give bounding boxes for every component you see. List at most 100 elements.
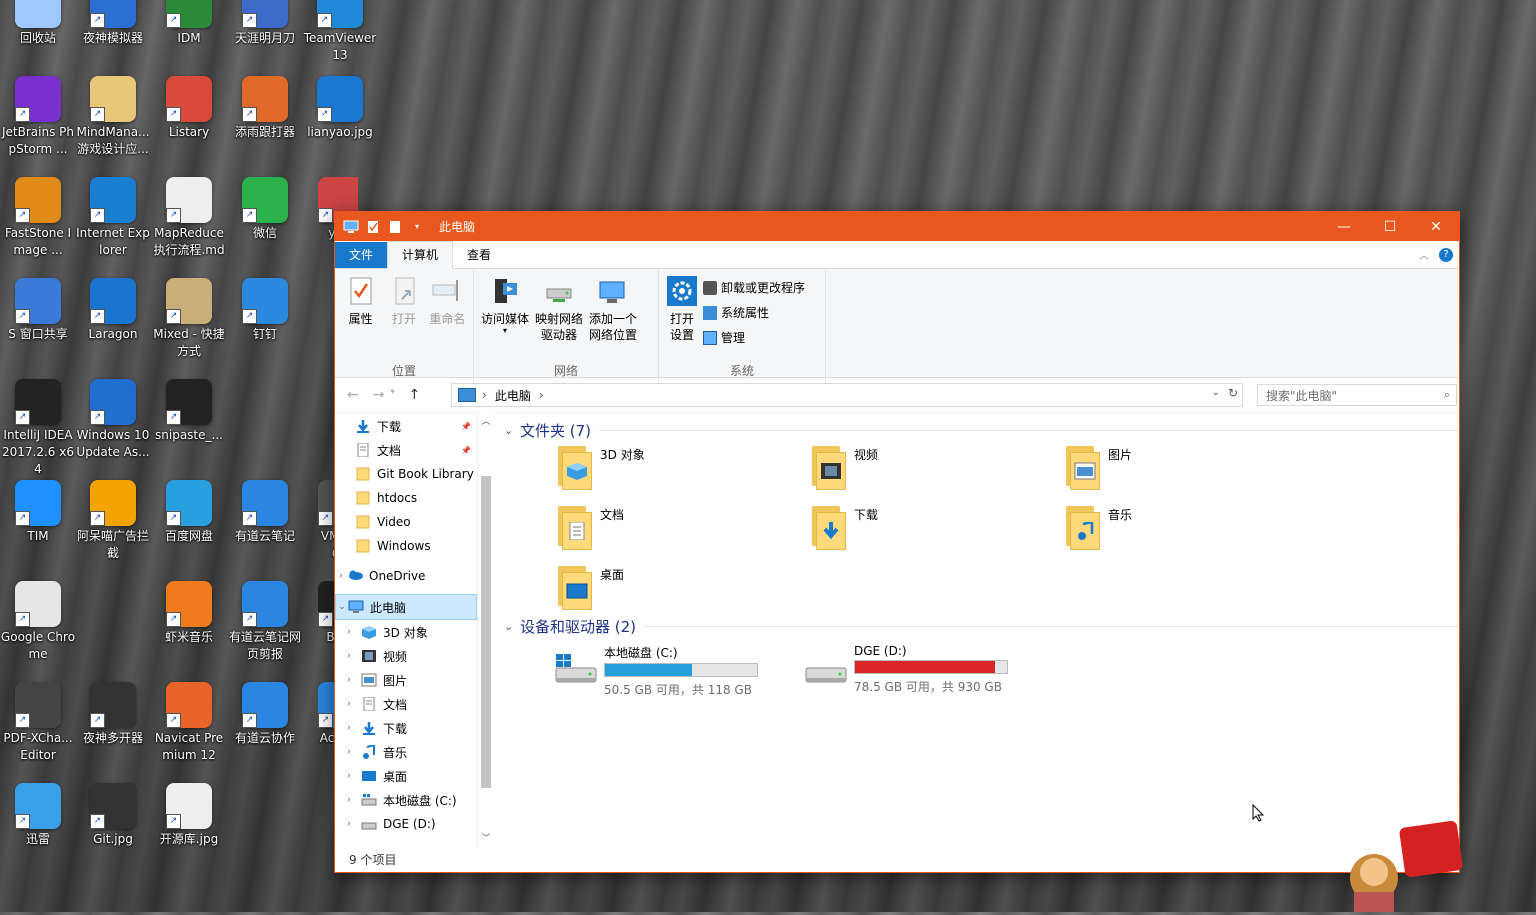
desktop-icon[interactable]: ↗ 微信 (227, 177, 303, 242)
recent-locations-icon[interactable]: ▾ (390, 387, 394, 403)
desktop-icon[interactable]: ↗ Listary (151, 76, 227, 141)
chevron-down-icon[interactable]: ⌄ (336, 602, 348, 612)
folder-tile[interactable]: 图片 (1062, 446, 1316, 492)
maximize-button[interactable]: ☐ (1367, 212, 1413, 241)
breadcrumb[interactable]: 此电脑 (495, 387, 531, 404)
scrollbar-thumb[interactable] (481, 476, 491, 788)
close-button[interactable]: ✕ (1413, 212, 1459, 241)
nav-scrollbar[interactable]: ︿ ﹀ (477, 412, 494, 848)
chevron-right-icon[interactable]: › (343, 699, 355, 709)
nav-pc-child[interactable]: › 本地磁盘 (C:) (335, 788, 477, 812)
desktop-icon[interactable]: ↗ 有道云笔记 (227, 480, 303, 545)
desktop-icon[interactable]: ↗ TeamViewer 13 (302, 0, 378, 64)
desktop-icon[interactable]: ↗ 夜神多开器 (75, 682, 151, 747)
desktop-icon[interactable]: ↗ 添雨跟打器 (227, 76, 303, 141)
chevron-down-icon[interactable]: ⌄ (504, 620, 520, 633)
chevron-right-icon[interactable]: › (343, 795, 355, 805)
title-bar[interactable]: ▾ 此电脑 — ☐ ✕ (335, 212, 1459, 241)
desktop-icon[interactable]: ↗ 有道云协作 (227, 682, 303, 747)
nav-onedrive[interactable]: › OneDrive (335, 564, 477, 588)
pin-icon[interactable]: 📌 (461, 422, 471, 431)
desktop-icon[interactable]: ↗ MapReduce 执行流程.md (151, 177, 227, 259)
nav-quick-item[interactable]: htdocs (335, 486, 477, 510)
folders-section-header[interactable]: ⌄ 文件夹 (7) (504, 418, 1459, 442)
system-properties-button[interactable]: 系统属性 (703, 302, 805, 323)
desktop-icon[interactable]: ↗ TIM (0, 480, 76, 545)
nav-this-pc[interactable]: ⌄ 此电脑 (335, 594, 477, 620)
folder-tile[interactable]: 视频 (808, 446, 1062, 492)
tab-file[interactable]: 文件 (335, 242, 388, 268)
chevron-right-icon[interactable]: › (343, 747, 355, 757)
desktop-icon[interactable]: ↗ Git.jpg (75, 783, 151, 848)
customize-quick-access-icon[interactable]: ▾ (409, 219, 425, 235)
desktop-icon[interactable]: ↗ 百度网盘 (151, 480, 227, 545)
desktop-icon[interactable]: ↗ Mixed - 快捷方式 (151, 278, 227, 360)
desktop-icon[interactable]: ↗ 开源库.jpg (151, 783, 227, 848)
folder-tile[interactable]: 桌面 (554, 566, 808, 612)
desktop-icon[interactable]: ↗ IDM (151, 0, 227, 47)
folder-tile[interactable]: 3D 对象 (554, 446, 808, 492)
up-arrow-icon[interactable]: ↑ (408, 387, 420, 403)
nav-pc-child[interactable]: › 3D 对象 (335, 620, 477, 644)
chevron-right-icon[interactable]: › (343, 675, 355, 685)
minimize-button[interactable]: — (1321, 212, 1367, 241)
forward-arrow-icon[interactable]: → (373, 387, 385, 403)
desktop-icon[interactable]: ↗ Google Chrome (0, 581, 76, 663)
desktop-icon[interactable]: ↗ snipaste_... (151, 379, 227, 444)
nav-quick-item[interactable]: Git Book Library (335, 462, 477, 486)
properties-quick-icon[interactable] (365, 219, 381, 235)
scroll-down-icon[interactable]: ﹀ (478, 831, 494, 844)
desktop-icon[interactable]: ↗ 天涯明月刀 (227, 0, 303, 47)
pin-icon[interactable]: 📌 (461, 446, 471, 455)
desktop-icon[interactable]: ↗ 迅雷 (0, 783, 76, 848)
search-input[interactable]: 搜索"此电脑" ⌕ (1257, 384, 1457, 406)
chevron-right-icon[interactable]: › (343, 819, 355, 829)
nav-pc-child[interactable]: › DGE (D:) (335, 812, 477, 836)
chevron-right-icon[interactable]: › (343, 771, 355, 781)
desktop-icon[interactable]: ↗ IntelliJ IDEA 2017.2.6 x64 (0, 379, 76, 478)
folder-tile[interactable]: 文档 (554, 506, 808, 552)
desktop-icon[interactable]: ↗ JetBrains PhpStorm ... (0, 76, 76, 158)
folder-tile[interactable]: 下载 (808, 506, 1062, 552)
nav-pc-child[interactable]: › 文档 (335, 692, 477, 716)
nav-pc-child[interactable]: › 音乐 (335, 740, 477, 764)
nav-quick-item[interactable]: 文档 📌 (335, 438, 477, 462)
chevron-right-icon[interactable]: › (335, 571, 347, 581)
folder-tile[interactable]: 音乐 (1062, 506, 1316, 552)
nav-quick-item[interactable]: Windows (335, 534, 477, 558)
desktop-icon[interactable]: ↗ Laragon (75, 278, 151, 343)
drive-tile[interactable]: 本地磁盘 (C:) 50.5 GB 可用，共 118 GB (554, 644, 758, 698)
chevron-right-icon[interactable]: › (343, 651, 355, 661)
desktop-icon[interactable]: ↗ lianyao.jpg (302, 76, 378, 141)
desktop-icon[interactable]: ↗ FastStone Image ... (0, 177, 76, 259)
desktop-icon[interactable]: 回收站 (0, 0, 76, 47)
nav-pc-child[interactable]: › 下载 (335, 716, 477, 740)
desktop-icon[interactable]: ↗ S 窗口共享 (0, 278, 76, 343)
drive-tile[interactable]: DGE (D:) 78.5 GB 可用，共 930 GB (804, 644, 1008, 698)
desktop-icon[interactable]: ↗ 虾米音乐 (151, 581, 227, 646)
chevron-down-icon[interactable]: ⌄ (504, 424, 520, 437)
chevron-right-icon[interactable]: › (343, 723, 355, 733)
refresh-icon[interactable]: ↻ (1228, 386, 1238, 400)
tab-computer[interactable]: 计算机 (387, 241, 454, 269)
help-icon[interactable]: ? (1439, 247, 1453, 262)
manage-button[interactable]: 管理 (703, 327, 805, 348)
nav-quick-item[interactable]: Video (335, 510, 477, 534)
nav-pc-child[interactable]: › 图片 (335, 668, 477, 692)
uninstall-program-button[interactable]: 卸载或更改程序 (703, 277, 805, 298)
tab-view[interactable]: 查看 (453, 242, 505, 268)
address-bar[interactable]: › 此电脑 › ⌄ ↻ (451, 383, 1243, 407)
desktop-icon[interactable]: ↗ 夜神模拟器 (75, 0, 151, 47)
nav-pc-child[interactable]: › 视频 (335, 644, 477, 668)
address-dropdown-icon[interactable]: ⌄ (1212, 387, 1220, 398)
back-arrow-icon[interactable]: ← (347, 387, 359, 403)
chevron-right-icon[interactable]: › (343, 627, 355, 637)
desktop-icon[interactable]: ↗ Internet Explorer (75, 177, 151, 259)
desktop-icon[interactable]: ↗ Windows 10 Update As... (75, 379, 151, 461)
desktop-icon[interactable]: ↗ MindMana... 游戏设计应... (75, 76, 151, 158)
desktop-icon[interactable]: ↗ 有道云笔记网页剪报 (227, 581, 303, 663)
desktop-icon[interactable]: ↗ PDF-XCha... Editor (0, 682, 76, 764)
nav-pc-child[interactable]: › 桌面 (335, 764, 477, 788)
nav-quick-item[interactable]: 下载 📌 (335, 414, 477, 438)
scroll-up-icon[interactable]: ︿ (478, 414, 494, 427)
